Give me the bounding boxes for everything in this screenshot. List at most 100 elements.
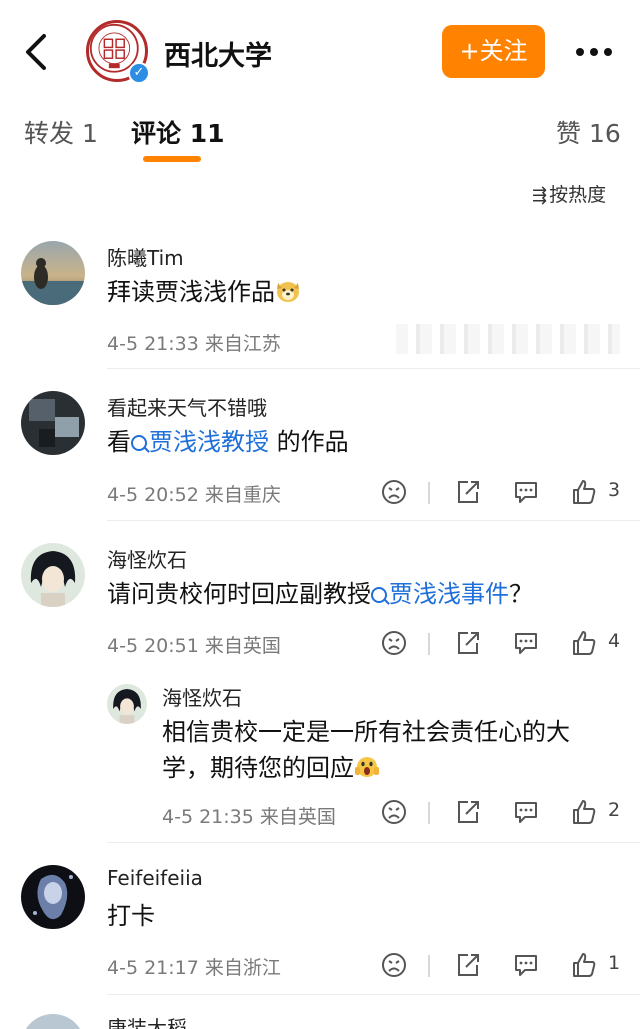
like-count: 1 (608, 952, 621, 974)
comment-location: 来自英国 (204, 635, 281, 657)
doge-emoji-icon (277, 282, 299, 302)
like-count: 2 (608, 799, 621, 821)
like-icon[interactable] (570, 951, 598, 979)
comment-actions: 1 (380, 951, 630, 981)
action-separator (428, 482, 430, 504)
like-icon[interactable] (570, 798, 598, 826)
reply-username[interactable]: 海怪炊石 (162, 682, 242, 711)
comment-text-suffix: ？ (509, 580, 533, 608)
topic-link-label: 贾浅浅教授 (149, 428, 269, 456)
comment-text-prefix: 看 (107, 428, 131, 456)
comment-meta: 4-5 21:33 来自江苏 (107, 329, 281, 356)
tab-likes[interactable]: 赞 16 (556, 114, 621, 150)
action-separator (428, 633, 430, 655)
account-name[interactable]: 西北大学 (164, 34, 272, 73)
avatar[interactable] (21, 543, 85, 607)
comment-text: 请问贵校何时回应副教授 贾浅浅事件？ (107, 578, 533, 610)
share-icon[interactable] (454, 478, 482, 506)
like-icon[interactable] (570, 629, 598, 657)
reply-location: 来自英国 (259, 806, 336, 828)
dislike-face-icon[interactable] (380, 951, 408, 979)
comment-actions: 4 (380, 629, 630, 659)
blurred-actions (396, 324, 620, 354)
reply-text: 相信贵校一定是一所有社会责任心的大 学，期待您的回应 (162, 716, 622, 784)
topic-link[interactable]: 贾浅浅事件 (371, 580, 509, 608)
dislike-face-icon[interactable] (380, 478, 408, 506)
share-icon[interactable] (454, 951, 482, 979)
avatar-image-icon (113, 689, 141, 724)
more-options-icon[interactable] (572, 30, 616, 74)
reply-icon[interactable] (512, 798, 540, 826)
sort-label: 按热度 (549, 184, 607, 206)
comment-location: 来自浙江 (204, 957, 281, 979)
avatar[interactable] (21, 1014, 85, 1029)
comment-time: 4-5 21:17 (107, 957, 199, 979)
avatar[interactable] (21, 241, 85, 305)
back-arrow-icon[interactable] (18, 30, 54, 74)
sort-icon: ⇶ (532, 185, 548, 206)
comment-location: 来自重庆 (204, 484, 281, 506)
comment-time: 4-5 20:51 (107, 635, 199, 657)
reply-actions: 2 (380, 798, 630, 828)
like-count: 4 (608, 630, 621, 652)
verified-badge-icon: ✓ (128, 62, 150, 84)
comment-text: 看贾浅浅教授 的作品 (107, 426, 349, 458)
comment-text-body: 拜读贾浅浅作品 (107, 278, 275, 306)
reply-text-line-wrap: 学，期待您的回应 (162, 752, 622, 784)
comment-meta: 4-5 21:17 来自浙江 (107, 953, 281, 980)
sort-toggle[interactable]: ⇶ 按热度 (532, 180, 606, 207)
share-icon[interactable] (454, 629, 482, 657)
comment-meta: 4-5 20:51 来自英国 (107, 631, 281, 658)
tab-comments[interactable]: 评论 11 (131, 114, 225, 150)
avatar[interactable] (107, 684, 147, 724)
comment-time: 4-5 20:52 (107, 484, 199, 506)
search-icon (371, 587, 387, 603)
reply-icon[interactable] (512, 478, 540, 506)
comment-username[interactable]: 海怪炊石 (107, 544, 187, 573)
avatar-image-icon (29, 399, 79, 447)
share-icon[interactable] (454, 798, 482, 826)
top-bar: ✓ 西北大学 +关注 (0, 0, 640, 100)
reply-text-line: 学，期待您的回应 (162, 754, 354, 782)
follow-button[interactable]: +关注 (442, 25, 545, 78)
like-icon[interactable] (570, 478, 598, 506)
divider (107, 368, 640, 369)
avatar-image-icon (30, 551, 76, 607)
comment-username[interactable]: 唐装大稻 (107, 1012, 187, 1029)
comment-text: 拜读贾浅浅作品 (107, 276, 301, 308)
reply-meta: 4-5 21:35 来自英国 (162, 802, 336, 829)
like-count: 3 (608, 479, 621, 501)
topic-link[interactable]: 贾浅浅教授 (131, 428, 269, 456)
reply-text-line: 相信贵校一定是一所有社会责任心的大 (162, 718, 570, 746)
active-tab-indicator (143, 156, 201, 162)
avatar[interactable] (21, 391, 85, 455)
comment-text: 打卡 (107, 902, 155, 930)
search-icon (131, 435, 147, 451)
divider (107, 520, 640, 521)
comment-username[interactable]: Feifeifeiia (107, 866, 203, 890)
topic-link-label: 贾浅浅事件 (389, 580, 509, 608)
comment-actions: 3 (380, 478, 630, 508)
tab-bar: 转发 1 评论 11 赞 16 (0, 100, 640, 170)
divider (107, 994, 640, 995)
dislike-face-icon[interactable] (380, 629, 408, 657)
scream-emoji-icon (355, 757, 379, 777)
comment-meta: 4-5 20:52 来自重庆 (107, 480, 281, 507)
comment-username[interactable]: 看起来天气不错哦 (107, 392, 267, 421)
avatar[interactable] (21, 865, 85, 929)
divider (107, 842, 640, 843)
dislike-face-icon[interactable] (380, 798, 408, 826)
avatar-image-icon (21, 258, 85, 305)
reply-icon[interactable] (512, 951, 540, 979)
avatar-image-icon (33, 874, 73, 920)
comment-location: 来自江苏 (204, 333, 281, 355)
action-separator (428, 802, 430, 824)
reply-icon[interactable] (512, 629, 540, 657)
comment-text-prefix: 请问贵校何时回应副教授 (107, 580, 371, 608)
action-separator (428, 955, 430, 977)
tab-reposts[interactable]: 转发 1 (24, 114, 98, 150)
reply-time: 4-5 21:35 (162, 806, 254, 828)
comment-time: 4-5 21:33 (107, 333, 199, 355)
comment-username[interactable]: 陈曦Tim (107, 242, 184, 271)
comment-text-suffix: 的作品 (269, 428, 349, 456)
